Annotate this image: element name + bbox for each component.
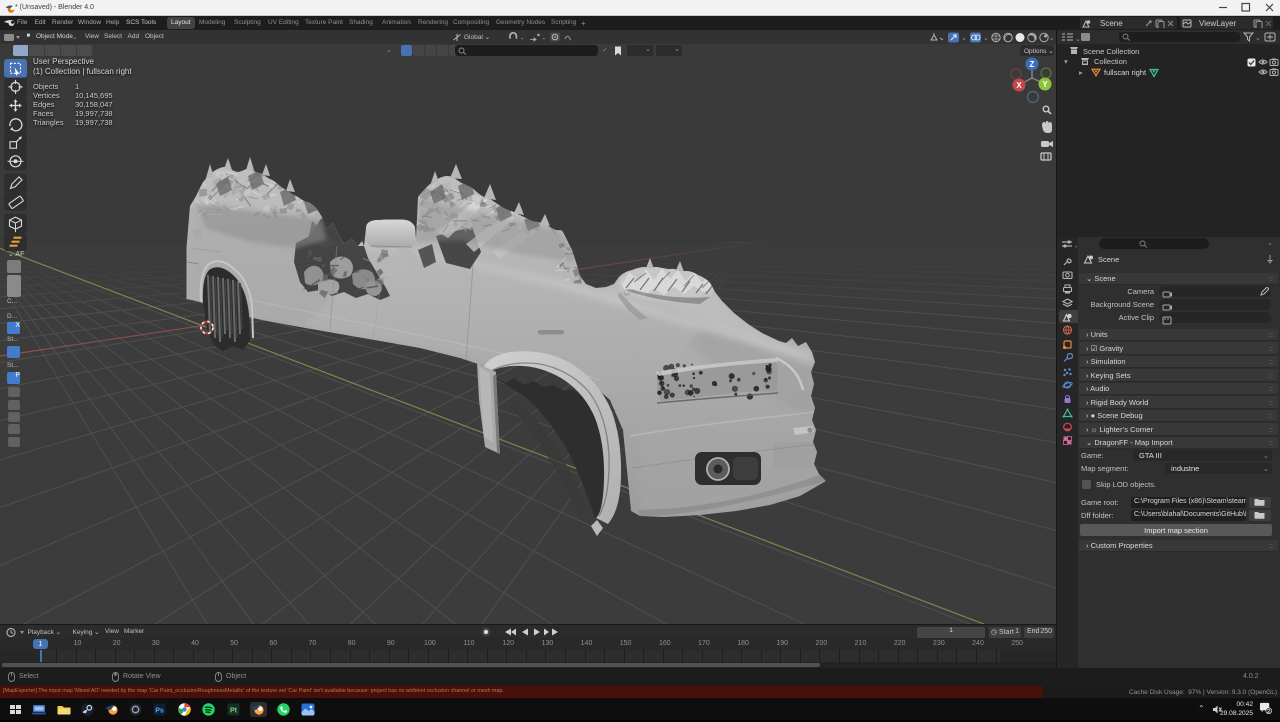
svg-text:⌄: ⌄ xyxy=(1255,35,1261,42)
svg-text:⌄: ⌄ xyxy=(520,35,525,42)
svg-text:Y: Y xyxy=(1042,80,1048,89)
svg-text:⌄: ⌄ xyxy=(1049,35,1053,42)
svg-text:⌄: ⌄ xyxy=(1075,36,1081,42)
svg-text:⌄: ⌄ xyxy=(961,35,967,42)
svg-text:⌄: ⌄ xyxy=(541,35,546,42)
svg-text:⌄: ⌄ xyxy=(983,35,989,42)
svg-text:Ps: Ps xyxy=(155,707,164,714)
svg-text:2: 2 xyxy=(1267,709,1270,714)
svg-text:⌄: ⌄ xyxy=(1074,243,1078,250)
svg-text:X: X xyxy=(1016,81,1022,90)
svg-text:Z: Z xyxy=(1030,60,1035,69)
svg-text:Pt: Pt xyxy=(230,707,238,714)
